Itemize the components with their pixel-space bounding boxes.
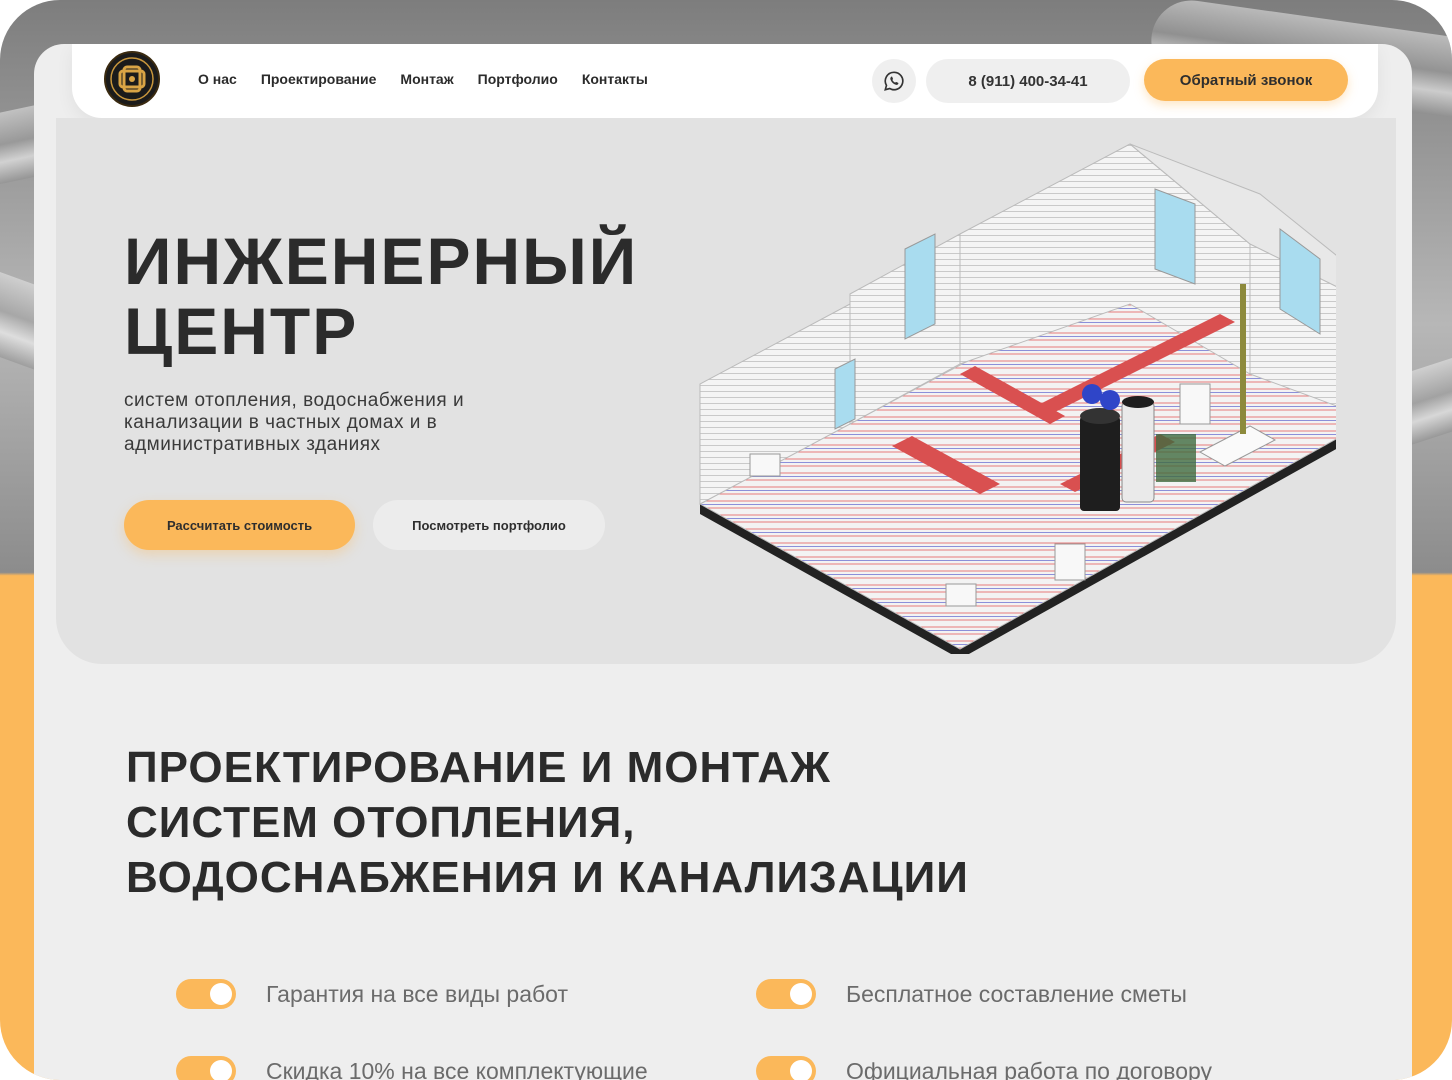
feature-item: Гарантия на все виды работ <box>176 979 568 1009</box>
nav-link-contacts[interactable]: Контакты <box>582 71 648 87</box>
web-page: О нас Проектирование Монтаж Портфолио Ко… <box>34 44 1412 1080</box>
feature-label: Бесплатное составление сметы <box>846 980 1187 1007</box>
hero-title: ИНЖЕНЕРНЫЙ ЦЕНТР <box>124 226 684 366</box>
hero-title-line: ИНЖЕНЕРНЫЙ <box>124 224 639 298</box>
feature-item: Бесплатное составление сметы <box>756 979 1187 1009</box>
screenshot-frame: О нас Проектирование Монтаж Портфолио Ко… <box>0 0 1452 1080</box>
top-navigation: О нас Проектирование Монтаж Портфолио Ко… <box>72 44 1378 118</box>
services-title-line: ПРОЕКТИРОВАНИЕ И МОНТАЖ <box>126 743 831 792</box>
services-title-line: СИСТЕМ ОТОПЛЕНИЯ, <box>126 798 636 847</box>
feature-toggle[interactable] <box>756 979 816 1009</box>
hero-subtitle: систем отопления, водоснабжения и канали… <box>124 390 465 455</box>
feature-label: Гарантия на все виды работ <box>266 980 568 1007</box>
main-menu: О нас Проектирование Монтаж Портфолио Ко… <box>198 71 648 87</box>
hero-title-line: ЦЕНТР <box>124 294 359 368</box>
calculate-cost-button[interactable]: Рассчитать стоимость <box>124 500 355 550</box>
nav-link-portfolio[interactable]: Портфолио <box>478 71 558 87</box>
company-logo[interactable] <box>104 51 160 107</box>
services-title-line: ВОДОСНАБЖЕНИЯ И КАНАЛИЗАЦИИ <box>126 853 969 902</box>
phone-number[interactable]: 8 (911) 400-34-41 <box>926 59 1130 103</box>
feature-label: Скидка 10% на все комплектующие <box>266 1057 648 1080</box>
feature-toggle[interactable] <box>176 1056 236 1080</box>
feature-label: Официальная работа по договору <box>846 1057 1213 1080</box>
house-isometric-illustration <box>698 143 1336 654</box>
callback-button[interactable]: Обратный звонок <box>1144 59 1348 101</box>
feature-toggle[interactable] <box>176 979 236 1009</box>
nav-link-about[interactable]: О нас <box>198 71 237 87</box>
feature-item: Скидка 10% на все комплектующие <box>176 1056 648 1080</box>
logo-emblem-icon <box>110 57 154 101</box>
whatsapp-icon <box>884 71 904 91</box>
nav-link-design[interactable]: Проектирование <box>261 71 377 87</box>
hero-section: ИНЖЕНЕРНЫЙ ЦЕНТР систем отопления, водос… <box>56 118 1396 664</box>
feature-item: Официальная работа по договору <box>756 1056 1212 1080</box>
whatsapp-button[interactable] <box>872 59 916 103</box>
feature-toggle[interactable] <box>756 1056 816 1080</box>
services-title: ПРОЕКТИРОВАНИЕ И МОНТАЖ СИСТЕМ ОТОПЛЕНИЯ… <box>126 740 1126 905</box>
nav-link-installation[interactable]: Монтаж <box>400 71 453 87</box>
view-portfolio-button[interactable]: Посмотреть портфолио <box>373 500 605 550</box>
